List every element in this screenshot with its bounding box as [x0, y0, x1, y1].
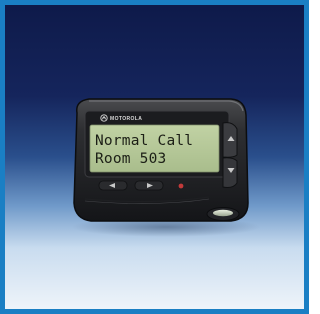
select-button-light — [213, 209, 233, 217]
brand-label: MOTOROLA — [110, 116, 142, 122]
down-button[interactable] — [222, 157, 238, 188]
lcd-line-2: Room 503 — [95, 151, 166, 167]
pager-photo: MOTOROLA Normal Call Room 503 — [5, 5, 304, 309]
photo-frame: MOTOROLA Normal Call Room 503 — [0, 0, 309, 314]
red-dot-icon — [178, 183, 184, 189]
lcd-line-1: Normal Call — [95, 133, 193, 149]
pager-device: MOTOROLA Normal Call Room 503 — [73, 98, 249, 222]
